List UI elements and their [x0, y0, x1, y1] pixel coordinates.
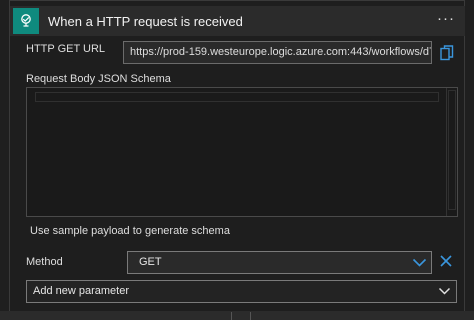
bottom-connector: [231, 312, 251, 320]
schema-editor-line: [35, 92, 439, 102]
http-trigger-icon: [13, 8, 39, 34]
copy-icon[interactable]: [440, 45, 454, 61]
add-new-parameter-label: Add new parameter: [33, 285, 129, 297]
chevron-down-icon: [412, 258, 427, 267]
http-get-url-field[interactable]: https://prod-159.westeurope.logic.azure.…: [123, 41, 432, 64]
trigger-title: When a HTTP request is received: [48, 13, 243, 29]
add-new-parameter-dropdown[interactable]: Add new parameter: [26, 280, 457, 303]
more-options-button[interactable]: ···: [437, 9, 455, 29]
schema-scrollbar[interactable]: [446, 88, 457, 216]
chevron-down-icon: [438, 287, 451, 295]
schema-scrollbar-thumb[interactable]: [448, 90, 456, 210]
trigger-header[interactable]: When a HTTP request is received ···: [10, 6, 465, 36]
method-label: Method: [26, 256, 63, 268]
schema-editor[interactable]: [26, 87, 458, 217]
close-icon[interactable]: [439, 254, 453, 268]
schema-label: Request Body JSON Schema: [26, 73, 171, 85]
method-dropdown[interactable]: GET: [127, 251, 432, 274]
trigger-card: When a HTTP request is received ··· HTTP…: [9, 0, 465, 320]
use-sample-payload-link[interactable]: Use sample payload to generate schema: [30, 225, 230, 237]
method-selected-value: GET: [139, 256, 162, 268]
http-get-url-label: HTTP GET URL: [26, 43, 106, 55]
